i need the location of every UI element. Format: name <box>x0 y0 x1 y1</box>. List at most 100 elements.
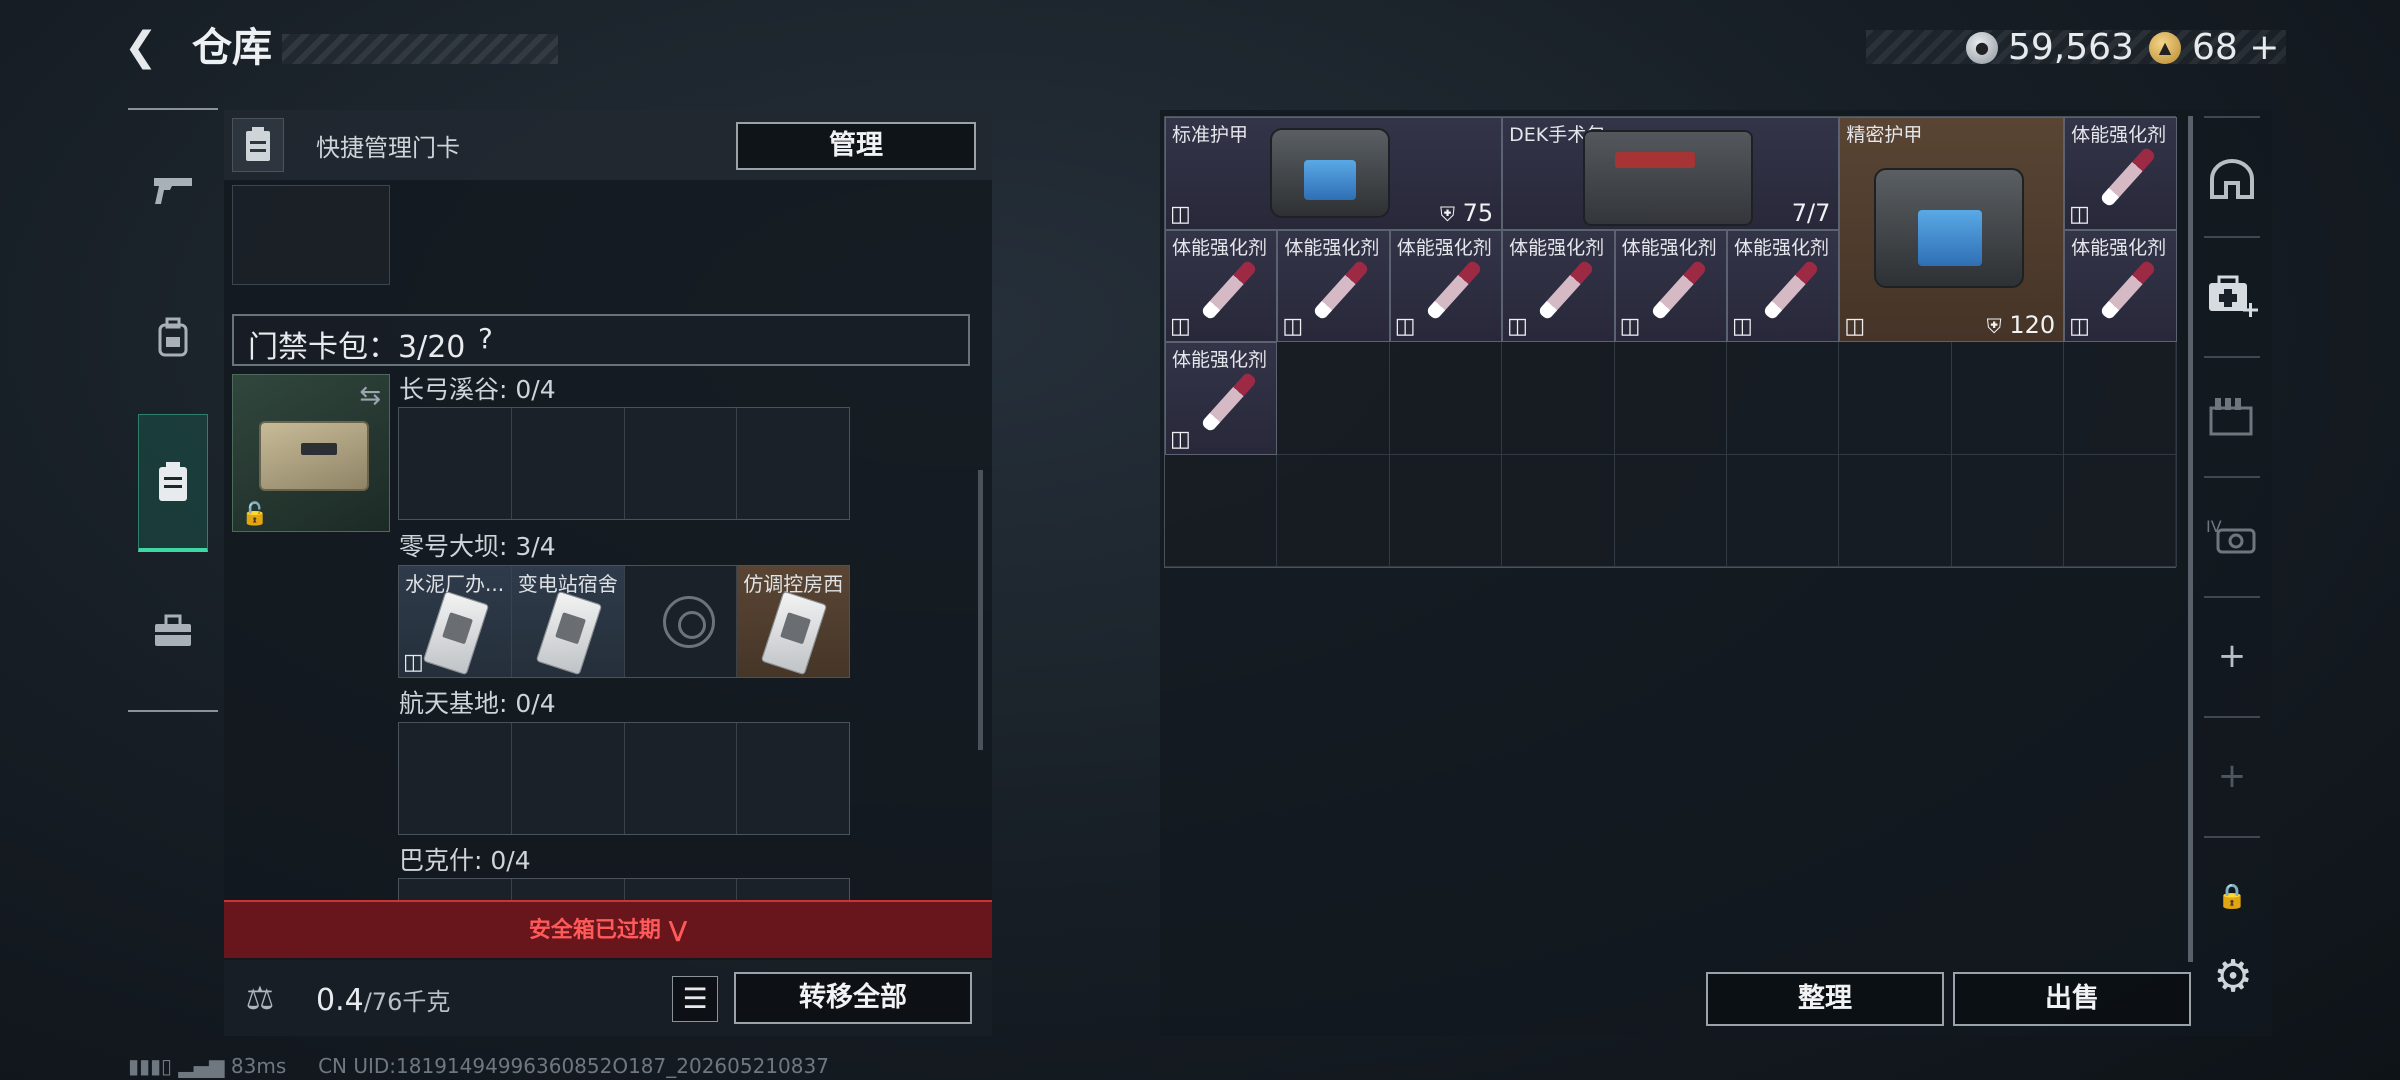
empty-grid-cell[interactable] <box>1839 454 1952 567</box>
tab-backpack[interactable] <box>138 292 208 382</box>
empty-grid-cell[interactable] <box>1726 454 1840 567</box>
empty-grid-cell[interactable] <box>1726 342 1840 455</box>
weight-icon: ⚖ <box>245 979 275 1017</box>
empty-grid-cell[interactable] <box>1614 342 1727 455</box>
item-name: 体能强化剂 <box>1396 236 1492 259</box>
armor-image <box>1270 128 1390 218</box>
item-stim[interactable]: 体能强化剂 ◫ <box>1726 229 1840 342</box>
uid-value: CN UID:18191494996360852O187_20260521083… <box>318 1054 829 1078</box>
add-tab-button[interactable]: + <box>2196 606 2268 706</box>
tab-toolbox[interactable] <box>138 586 208 676</box>
ammo-crate-icon <box>2209 398 2253 436</box>
keycard-slot[interactable]: 水泥厂办... ◫ <box>399 566 512 677</box>
keycard-slot[interactable] <box>511 879 625 900</box>
tab-weapons[interactable] <box>138 146 208 236</box>
keycard-slot[interactable] <box>624 408 738 519</box>
empty-grid-cell[interactable] <box>1389 342 1503 455</box>
item-dek-surgical-kit[interactable]: DEK手术包 7/7 <box>1502 117 1840 230</box>
toolbox-icon <box>155 614 191 646</box>
tab-card-holder[interactable] <box>138 414 208 552</box>
shield-icon: ⛨ <box>1439 201 1455 226</box>
no-trade-icon: ◫ <box>1282 314 1304 339</box>
help-icon[interactable]: ? <box>478 322 493 355</box>
keycard-slot[interactable] <box>737 723 849 834</box>
empty-grid-cell[interactable] <box>1165 454 1278 567</box>
item-name: 体能强化剂 <box>1733 236 1829 259</box>
gold-currency-value[interactable]: 68 + <box>2192 26 2279 70</box>
item-stim[interactable]: 体能强化剂 ◫ <box>1614 229 1727 342</box>
list-view-icon[interactable]: ☰ <box>672 976 718 1022</box>
keycard-slot[interactable]: 仿调控房西 <box>737 566 849 677</box>
keycard-slot[interactable] <box>624 879 738 900</box>
swap-icon[interactable]: ⇆ <box>359 381 381 411</box>
stash-grid: 标准护甲 ◫ ⛨ 75 DEK手术包 7/7 精密护甲 ◫ ⛨ 120 体能强化… <box>1164 116 2177 568</box>
syringe-image <box>2099 146 2157 208</box>
add-tab-button-disabled[interactable]: + <box>2196 726 2268 826</box>
keycard-slot[interactable]: 变电站宿舍 <box>511 566 625 677</box>
card-holder-icon <box>159 461 187 501</box>
unlock-icon: 🔓 <box>241 502 269 527</box>
item-stim[interactable]: 体能强化剂 ◫ <box>1165 229 1278 342</box>
shield-icon: ⛨ <box>1986 314 2002 338</box>
no-trade-icon: ◫ <box>1170 314 1191 339</box>
item-name: 体能强化剂 <box>1284 236 1380 259</box>
back-chevron-icon[interactable]: ❮ <box>124 22 168 72</box>
transfer-all-button[interactable]: 转移全部 <box>734 972 972 1024</box>
left-scrollbar[interactable] <box>978 470 983 750</box>
card-holder-icon <box>232 118 284 172</box>
tab-ammo[interactable] <box>2196 366 2268 466</box>
keycard-pack-item[interactable]: ⇆ 🔓 <box>232 374 390 532</box>
gear-icon[interactable]: ⚙ <box>2208 952 2258 1002</box>
item-standard-armor[interactable]: 标准护甲 ◫ ⛨ 75 <box>1165 117 1503 230</box>
tab-divider <box>2204 716 2260 718</box>
syringe-image <box>1537 258 1595 321</box>
empty-grid-cell[interactable] <box>1614 454 1727 567</box>
keycard-slot[interactable] <box>511 408 625 519</box>
empty-grid-cell[interactable] <box>1389 454 1503 567</box>
item-stim[interactable]: 体能强化剂 ◫ <box>1502 229 1615 342</box>
item-stim[interactable]: 体能强化剂 ◫ <box>1389 229 1503 342</box>
empty-grid-cell[interactable] <box>2064 342 2177 455</box>
keycard-image <box>760 590 828 676</box>
chevron-down-icon: ⋁ <box>668 918 688 943</box>
medkit-add-icon <box>2209 275 2258 317</box>
stash-scrollbar[interactable] <box>2188 116 2193 962</box>
keycard-slot-empty[interactable] <box>624 566 738 677</box>
keycard-slot[interactable] <box>399 723 512 834</box>
manage-button[interactable]: 管理 <box>736 122 976 170</box>
tab-armor-iv[interactable]: IV <box>2196 486 2268 586</box>
keycard-slot[interactable] <box>511 723 625 834</box>
item-stim[interactable]: 体能强化剂 ◫ <box>1165 342 1278 455</box>
no-trade-icon: ◫ <box>1619 314 1641 339</box>
sort-button[interactable]: 整理 <box>1706 972 1944 1026</box>
signal-icon: ▂▄▆ <box>178 1054 225 1078</box>
tab-medical[interactable] <box>2196 246 2268 346</box>
item-name: 体能强化剂 <box>2071 124 2167 146</box>
battery-icon: ▮▮▮▯ <box>128 1054 173 1078</box>
empty-grid-cell[interactable] <box>1839 342 1952 455</box>
empty-grid-cell[interactable] <box>1502 342 1615 455</box>
empty-grid-cell[interactable] <box>1502 454 1615 567</box>
keycard-slot[interactable] <box>399 408 512 519</box>
empty-grid-cell[interactable] <box>1951 454 2065 567</box>
keycard-slot[interactable] <box>737 408 849 519</box>
empty-grid-cell[interactable] <box>1951 342 2065 455</box>
tab-helmet[interactable] <box>2196 130 2268 230</box>
keycard-slot[interactable] <box>624 723 738 834</box>
empty-grid-cell[interactable] <box>1277 342 1390 455</box>
zone-grid-dam: 水泥厂办... ◫ 变电站宿舍 仿调控房西 <box>398 565 850 678</box>
tab-divider <box>2204 476 2260 478</box>
lock-icon[interactable]: 🔒 <box>2196 846 2268 946</box>
title-decor-stripe <box>282 34 558 64</box>
item-stim[interactable]: 体能强化剂 ◫ <box>1277 229 1390 342</box>
safe-box-expired-banner[interactable]: 安全箱已过期 ⋁ <box>224 900 992 958</box>
item-precision-armor[interactable]: 精密护甲 ◫ ⛨ 120 <box>1839 117 2065 342</box>
item-stim[interactable]: 体能强化剂 ◫ <box>2064 229 2177 342</box>
equipment-slot[interactable] <box>232 185 390 285</box>
sell-button[interactable]: 出售 <box>1953 972 2191 1026</box>
keycard-slot[interactable] <box>737 879 849 900</box>
keycard-slot[interactable] <box>399 879 512 900</box>
empty-grid-cell[interactable] <box>1277 454 1390 567</box>
item-stim[interactable]: 体能强化剂 ◫ <box>2064 117 2177 230</box>
empty-grid-cell[interactable] <box>2064 454 2177 567</box>
